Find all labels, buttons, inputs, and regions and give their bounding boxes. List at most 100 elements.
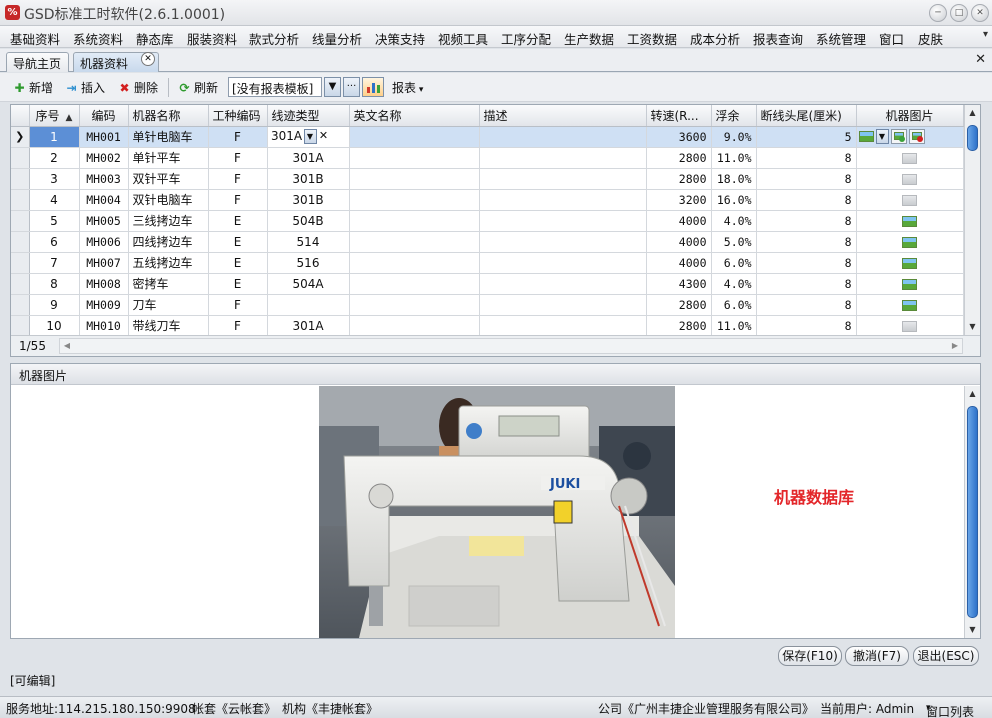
table-row[interactable]: 8 MH008 密拷车 E 504A 4300 4.0% 8	[11, 273, 964, 295]
cell-name[interactable]: 双针平车	[128, 168, 209, 190]
cell-seq[interactable]: 3	[29, 168, 80, 190]
cell-desc[interactable]	[479, 273, 647, 295]
close-window-icon[interactable]: ✕	[971, 4, 989, 22]
cell-english[interactable]	[349, 210, 480, 232]
cell-code[interactable]: MH003	[79, 168, 129, 190]
scroll-left-icon[interactable]: ◀	[60, 339, 74, 353]
grid-horizontal-scrollbar[interactable]: ◀ ▶	[59, 338, 963, 354]
menu-overflow-icon[interactable]: ▾	[983, 29, 988, 40]
stitch-dropdown-icon[interactable]: ▼	[303, 129, 317, 144]
cell-speed[interactable]: 3200	[646, 189, 712, 211]
table-row[interactable]: 2 MH002 单针平车 F 301A 2800 11.0% 8	[11, 147, 964, 169]
cell-float[interactable]: 5.0%	[711, 231, 757, 253]
scroll-down-icon[interactable]: ▼	[965, 319, 980, 335]
cell-code[interactable]: MH010	[79, 315, 129, 337]
cell-name[interactable]: 五线拷边车	[128, 252, 209, 274]
cell-desc[interactable]	[479, 210, 647, 232]
scroll-up-icon[interactable]: ▲	[965, 105, 980, 121]
grid-scroll-thumb[interactable]	[967, 125, 978, 151]
table-row[interactable]: 9 MH009 刀车 F 2800 6.0% 8	[11, 294, 964, 316]
cell-float[interactable]: 9.0%	[711, 126, 757, 148]
cell-english[interactable]	[349, 294, 480, 316]
cell-worktype[interactable]: E	[208, 210, 268, 232]
delete-button[interactable]: ✖ 删除	[117, 79, 158, 96]
cell-image[interactable]	[856, 231, 964, 253]
cell-speed[interactable]: 4000	[646, 252, 712, 274]
report-template-select[interactable]: [没有报表模板]	[228, 77, 322, 97]
cell-tail[interactable]: 8	[756, 315, 857, 337]
cell-code[interactable]: MH001	[79, 126, 129, 148]
cell-tail[interactable]: 8	[756, 273, 857, 295]
column-header-name[interactable]: 机器名称	[128, 105, 209, 127]
menu-system-data[interactable]: 系统资料	[73, 29, 123, 48]
cell-float[interactable]: 11.0%	[711, 315, 757, 337]
column-header-seq[interactable]: 序号 ▲	[29, 105, 80, 127]
cell-english[interactable]	[349, 147, 480, 169]
cell-english[interactable]	[349, 189, 480, 211]
cell-tail[interactable]: 8	[756, 189, 857, 211]
cancel-button[interactable]: 撤消(F7)	[845, 646, 909, 666]
cell-code[interactable]: MH005	[79, 210, 129, 232]
exit-button[interactable]: 退出(ESC)	[913, 646, 979, 666]
cell-stitch-editor[interactable]: 301A ▼ ✕	[267, 126, 350, 148]
cell-float[interactable]: 18.0%	[711, 168, 757, 190]
cell-float[interactable]: 6.0%	[711, 252, 757, 274]
cell-stitch[interactable]: 514	[267, 231, 350, 253]
cell-tail[interactable]: 5	[756, 126, 857, 148]
cell-float[interactable]: 4.0%	[711, 210, 757, 232]
menu-garment-data[interactable]: 服装资料	[187, 29, 237, 48]
cell-stitch[interactable]: 504B	[267, 210, 350, 232]
cell-seq[interactable]: 7	[29, 252, 80, 274]
save-button[interactable]: 保存(F10)	[778, 646, 842, 666]
scroll-right-icon[interactable]: ▶	[948, 339, 962, 353]
cell-image[interactable]	[856, 210, 964, 232]
report-menu-button[interactable]: 报表 ▾	[392, 79, 423, 96]
cell-tail[interactable]: 8	[756, 231, 857, 253]
cell-image[interactable]	[856, 315, 964, 337]
report-chart-icon[interactable]	[362, 77, 384, 97]
column-header-image[interactable]: 机器图片	[856, 105, 964, 127]
cell-speed[interactable]: 2800	[646, 147, 712, 169]
template-dropdown-icon[interactable]: ▼	[324, 77, 341, 97]
cell-desc[interactable]	[479, 231, 647, 253]
cell-worktype[interactable]: F	[208, 168, 268, 190]
cell-name[interactable]: 刀车	[128, 294, 209, 316]
cell-tail[interactable]: 8	[756, 252, 857, 274]
cell-speed[interactable]: 2800	[646, 168, 712, 190]
cell-name[interactable]: 双针电脑车	[128, 189, 209, 211]
cell-stitch[interactable]: 504A	[267, 273, 350, 295]
menu-system-admin[interactable]: 系统管理	[816, 29, 866, 48]
cell-name[interactable]: 三线拷边车	[128, 210, 209, 232]
tab-close-icon[interactable]: ✕	[141, 52, 155, 66]
column-header-tail[interactable]: 断线头尾(厘米)	[756, 105, 857, 127]
cell-code[interactable]: MH004	[79, 189, 129, 211]
cell-speed[interactable]: 4300	[646, 273, 712, 295]
cell-english[interactable]	[349, 231, 480, 253]
cell-stitch[interactable]: 301A	[267, 147, 350, 169]
cell-code[interactable]: MH008	[79, 273, 129, 295]
cell-image-editor[interactable]: ▼	[856, 126, 964, 148]
column-header-worktype[interactable]: 工种编码	[208, 105, 268, 127]
menu-style-analysis[interactable]: 款式分析	[249, 29, 299, 48]
refresh-button[interactable]: ⟳ 刷新	[177, 79, 218, 96]
cell-seq[interactable]: 1	[29, 126, 80, 148]
column-header-stitch[interactable]: 线迹类型	[267, 105, 350, 127]
menu-static-library[interactable]: 静态库	[136, 29, 174, 48]
cell-english[interactable]	[349, 126, 480, 148]
cell-seq[interactable]: 4	[29, 189, 80, 211]
menu-process-allocation[interactable]: 工序分配	[501, 29, 551, 48]
table-row[interactable]: 6 MH006 四线拷边车 E 514 4000 5.0% 8	[11, 231, 964, 253]
cell-name[interactable]: 密拷车	[128, 273, 209, 295]
cell-desc[interactable]	[479, 294, 647, 316]
cell-seq[interactable]: 8	[29, 273, 80, 295]
table-row[interactable]: 4 MH004 双针电脑车 F 301B 3200 16.0% 8	[11, 189, 964, 211]
menu-report-query[interactable]: 报表查询	[753, 29, 803, 48]
cell-desc[interactable]	[479, 126, 647, 148]
cell-worktype[interactable]: F	[208, 315, 268, 337]
cell-code[interactable]: MH002	[79, 147, 129, 169]
grid-vertical-scrollbar[interactable]: ▲ ▼	[964, 105, 980, 335]
cell-speed[interactable]: 4000	[646, 210, 712, 232]
stitch-clear-icon[interactable]: ✕	[317, 129, 331, 144]
cell-speed[interactable]: 2800	[646, 294, 712, 316]
scroll-up-icon[interactable]: ▲	[965, 386, 980, 402]
